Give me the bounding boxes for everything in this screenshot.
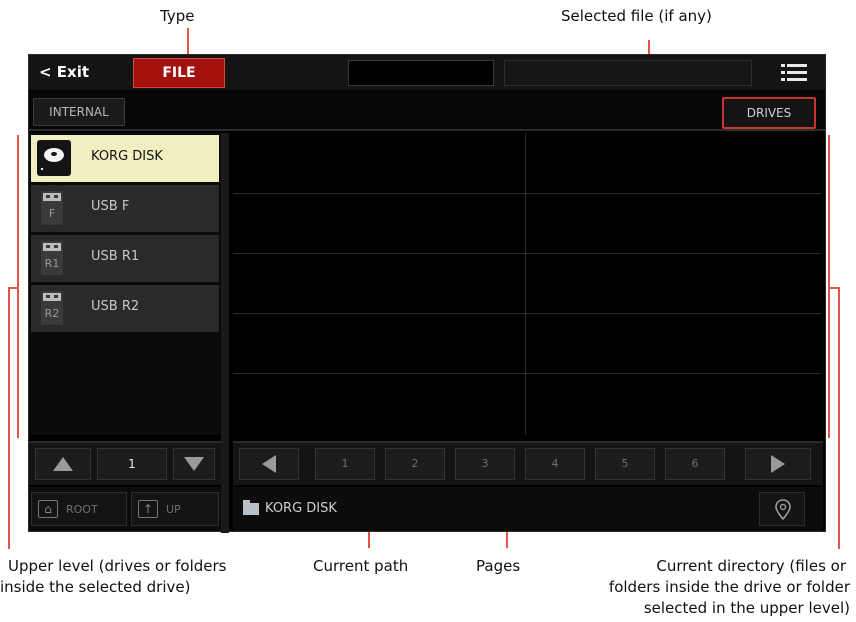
annotation-current-dir-3: selected in the upper level) <box>643 599 850 617</box>
current-directory-list <box>233 133 823 435</box>
prev-page-button[interactable] <box>239 448 299 480</box>
annotation-current-dir-1: Current directory (files or <box>656 557 846 575</box>
upper-level-pager: 1 <box>29 441 221 485</box>
panel-divider <box>221 133 229 533</box>
drives-button[interactable]: DRIVES <box>722 97 816 129</box>
arrow-left-icon <box>262 455 276 473</box>
grid-line <box>233 313 821 314</box>
location-button[interactable] <box>759 492 805 526</box>
internal-button[interactable]: INTERNAL <box>33 98 125 126</box>
exit-button[interactable]: < Exit <box>39 63 89 81</box>
grid-line <box>525 133 526 435</box>
page-button-4[interactable]: 4 <box>525 448 585 480</box>
drive-label: USB F <box>91 199 130 214</box>
up-label: UP <box>166 503 181 516</box>
hard-disk-icon <box>37 140 71 176</box>
pages-bar: 1 2 3 4 5 6 <box>233 441 823 485</box>
arrow-right-icon <box>771 455 785 473</box>
grid-line <box>233 373 821 374</box>
usb-icon: R2 <box>41 291 63 325</box>
current-path: KORG DISK <box>265 501 337 516</box>
arrow-down-icon <box>184 457 204 471</box>
page-button-5[interactable]: 5 <box>595 448 655 480</box>
top-bar: < Exit FILE <box>29 55 825 90</box>
annotation-current-dir-2: folders inside the drive or folder <box>608 578 850 596</box>
drive-item-usb-r1[interactable]: R1 USB R1 <box>31 235 219 282</box>
drive-item-usb-r2[interactable]: R2 USB R2 <box>31 285 219 332</box>
home-icon: ⌂ <box>38 500 58 518</box>
drive-item-korg-disk[interactable]: KORG DISK <box>31 135 219 182</box>
annotation-line-left <box>8 287 10 549</box>
grid-line <box>233 253 821 254</box>
root-button[interactable]: ⌂ ROOT <box>31 492 127 526</box>
drive-item-usb-f[interactable]: F USB F <box>31 185 219 232</box>
scroll-up-button[interactable] <box>35 448 91 480</box>
next-page-button[interactable] <box>745 448 811 480</box>
usb-icon: R1 <box>41 241 63 275</box>
annotation-upper-level-2: inside the selected drive) <box>0 578 191 596</box>
page-button-6[interactable]: 6 <box>665 448 725 480</box>
annotation-pages: Pages <box>476 557 521 575</box>
type-button[interactable]: FILE <box>133 58 225 88</box>
folder-icon <box>243 500 259 515</box>
upper-level-list: KORG DISK F USB F R1 USB R1 R2 USB R2 <box>29 133 221 435</box>
annotation-type: Type <box>160 7 195 25</box>
grid-line <box>233 193 821 194</box>
annotation-current-path: Current path <box>313 557 409 575</box>
page-button-1[interactable]: 1 <box>315 448 375 480</box>
drive-label: USB R1 <box>91 249 140 264</box>
type-selector-field[interactable] <box>348 60 494 86</box>
tabs-bar: INTERNAL DRIVES <box>29 91 825 131</box>
annotation-line-right <box>838 287 840 549</box>
annotation-upper-level-1: Upper level (drives or folders <box>8 557 227 575</box>
annotation-selected-file: Selected file (if any) <box>561 7 712 25</box>
arrow-up-icon <box>53 457 73 471</box>
current-path-bar: KORG DISK <box>233 487 823 531</box>
location-pin-icon <box>775 499 791 521</box>
page-button-3[interactable]: 3 <box>455 448 515 480</box>
folder-up-icon: ↑ <box>138 500 158 518</box>
file-browser-screen: < Exit FILE INTERNAL DRIVES KORG DISK F … <box>28 54 826 533</box>
drive-label: USB R2 <box>91 299 140 314</box>
page-button-2[interactable]: 2 <box>385 448 445 480</box>
drive-label: KORG DISK <box>91 149 163 164</box>
list-menu-icon[interactable] <box>781 63 807 83</box>
root-label: ROOT <box>66 503 98 516</box>
navigation-bar: ⌂ ROOT ↑ UP <box>29 487 221 531</box>
up-button[interactable]: ↑ UP <box>131 492 219 526</box>
selected-file-field <box>504 60 752 86</box>
upper-level-page-number: 1 <box>97 448 167 480</box>
usb-icon: F <box>41 191 63 225</box>
scroll-down-button[interactable] <box>173 448 215 480</box>
